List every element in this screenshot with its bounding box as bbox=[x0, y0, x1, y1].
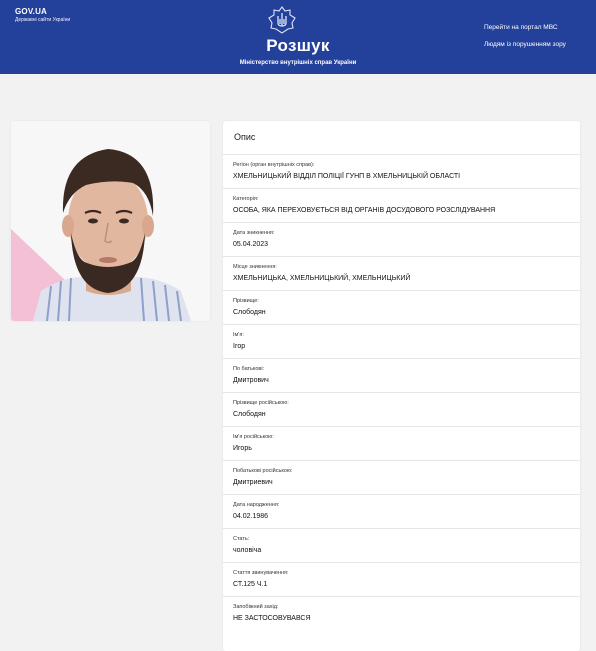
trident-emblem-icon[interactable] bbox=[268, 6, 296, 34]
field-surname-ru: Прізвище російською: Слободян bbox=[223, 393, 580, 427]
field-value: Дмитрович bbox=[233, 376, 269, 384]
field-label: Стаття звинувачення: bbox=[233, 570, 289, 576]
person-photo bbox=[11, 121, 210, 321]
field-value: чоловіча bbox=[233, 546, 262, 554]
field-birth-date: Дата народження: 04.02.1986 bbox=[223, 495, 580, 529]
field-value: ОСОБА, ЯКА ПЕРЕХОВУЄТЬСЯ ВІД ОРГАНІВ ДОС… bbox=[233, 206, 496, 214]
details-title: Опис bbox=[223, 121, 580, 155]
field-label: Ім'я російською: bbox=[233, 434, 274, 440]
page-subtitle: Міністерство внутрішніх справ України bbox=[239, 60, 357, 66]
field-value: Ігор bbox=[233, 342, 246, 350]
field-label: По батькові: bbox=[233, 366, 265, 372]
field-value: 05.04.2023 bbox=[233, 240, 269, 248]
gov-ua-subtitle: Державні сайти України bbox=[15, 17, 71, 23]
gov-ua-title: GOV.UA bbox=[15, 7, 48, 16]
field-label: Ім'я: bbox=[233, 332, 244, 338]
field-first-name-ru: Ім'я російською: Игорь bbox=[223, 427, 580, 461]
person-photo-card bbox=[11, 121, 210, 321]
field-label: Стать: bbox=[233, 536, 250, 542]
field-value: Слободян bbox=[233, 308, 266, 316]
field-missing-place: Місце зникнення: ХМЕЛЬНИЦЬКА, ХМЕЛЬНИЦЬК… bbox=[223, 257, 580, 291]
field-label: Запобіжний захід: bbox=[233, 604, 279, 610]
field-value: 04.02.1986 bbox=[233, 512, 269, 520]
field-label: Регіон (орган внутрішніх справ): bbox=[233, 162, 315, 168]
field-patronymic-ru: Побатькові російською: Дмитриевич bbox=[223, 461, 580, 495]
field-first-name: Ім'я: Ігор bbox=[223, 325, 580, 359]
field-patronymic: По батькові: Дмитрович bbox=[223, 359, 580, 393]
field-surname: Прізвище: Слободян bbox=[223, 291, 580, 325]
field-label: Прізвище: bbox=[233, 298, 259, 304]
field-value: ХМЕЛЬНИЦЬКИЙ ВІДДІЛ ПОЛІЦІЇ ГУНП В ХМЕЛЬ… bbox=[233, 172, 461, 180]
details-panel: Опис Регіон (орган внутрішніх справ): ХМ… bbox=[223, 121, 580, 651]
field-label: Місце зникнення: bbox=[233, 264, 277, 270]
site-header: GOV.UA Державні сайти України Розшук Мін… bbox=[0, 0, 596, 74]
field-region: Регіон (орган внутрішніх справ): ХМЕЛЬНИ… bbox=[223, 155, 580, 189]
field-label: Побатькові російською: bbox=[233, 468, 293, 474]
gov-ua-logo[interactable]: GOV.UA Державні сайти України bbox=[15, 8, 70, 23]
nav-link-mvs-portal[interactable]: Перейти на портал МВС bbox=[484, 24, 558, 31]
field-value: НЕ ЗАСТОСОВУВАВСЯ bbox=[233, 614, 311, 622]
field-value: Игорь bbox=[233, 444, 252, 452]
field-missing-date: Дата зникнення: 05.04.2023 bbox=[223, 223, 580, 257]
field-label: Прізвище російською: bbox=[233, 400, 289, 406]
nav-link-accessibility[interactable]: Людям із порушенням зору bbox=[484, 41, 566, 48]
field-value: Слободян bbox=[233, 410, 266, 418]
field-category: Категорія: ОСОБА, ЯКА ПЕРЕХОВУЄТЬСЯ ВІД … bbox=[223, 189, 580, 223]
field-value: СТ.125 Ч.1 bbox=[233, 580, 268, 588]
field-preventive-measure: Запобіжний захід: НЕ ЗАСТОСОВУВАВСЯ bbox=[223, 597, 580, 631]
field-label: Дата народження: bbox=[233, 502, 280, 508]
field-value: Дмитриевич bbox=[233, 478, 273, 486]
field-value: ХМЕЛЬНИЦЬКА, ХМЕЛЬНИЦЬКИЙ, ХМЕЛЬНИЦЬКИЙ bbox=[233, 274, 411, 282]
field-label: Дата зникнення: bbox=[233, 230, 275, 236]
field-charge-article: Стаття звинувачення: СТ.125 Ч.1 bbox=[223, 563, 580, 597]
field-sex: Стать: чоловіча bbox=[223, 529, 580, 563]
field-label: Категорія: bbox=[233, 196, 259, 202]
